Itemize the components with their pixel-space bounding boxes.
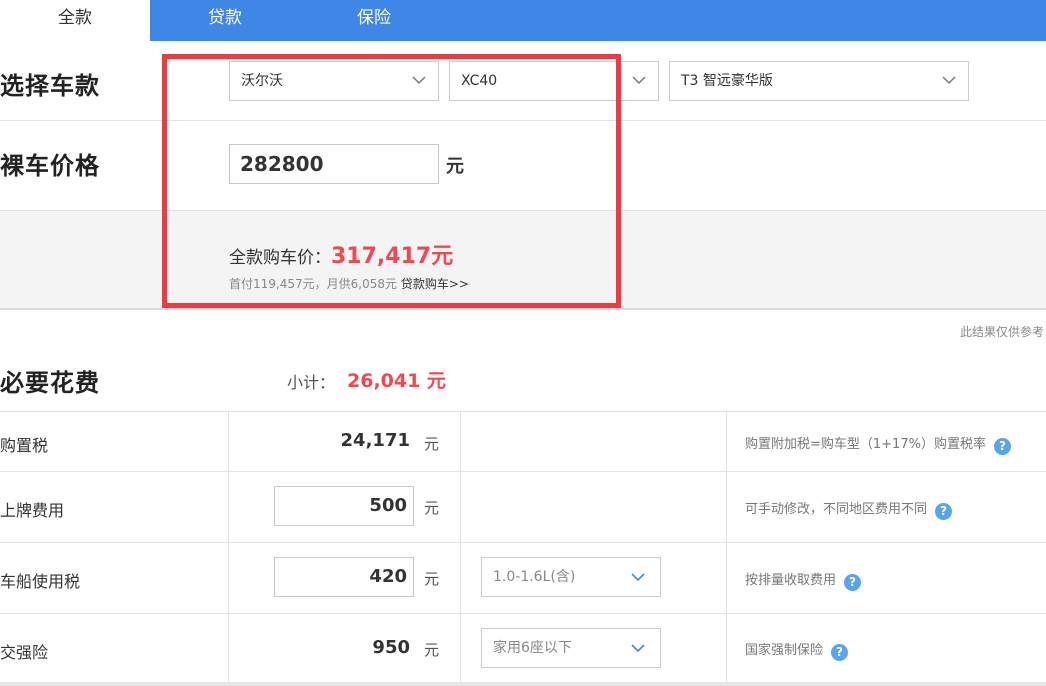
table-bottom-border <box>0 682 1046 686</box>
question-circle-icon[interactable]: ? <box>993 438 1011 455</box>
displacement-select[interactable]: 1.0-1.6L(含) <box>481 557 661 597</box>
question-circle-icon[interactable]: ? <box>844 574 862 591</box>
fee-unit: 元 <box>424 570 440 588</box>
table-row-divider <box>0 471 1046 472</box>
fee-note-purchase-tax: 购置附加税=购车型（1+17%）购置税率? <box>745 433 1011 455</box>
question-circle-icon[interactable]: ? <box>831 644 849 661</box>
required-fees-title: 必要花费 <box>0 369 100 397</box>
subtotal-label: 小计： <box>287 373 336 392</box>
column-divider <box>228 411 229 686</box>
fee-note-text: 国家强制保险 <box>745 643 824 658</box>
disclaimer: 此结果仅供参考 <box>959 325 1044 339</box>
fee-note-registration: 可手动修改，不同地区费用不同? <box>745 498 953 520</box>
fee-unit: 元 <box>424 641 440 659</box>
registration-fee-input[interactable]: 500 <box>274 486 414 526</box>
seat-type-select-value: 家用6座以下 <box>493 640 572 656</box>
fee-note-text: 可手动修改，不同地区费用不同 <box>745 502 928 517</box>
vehicle-tax-input[interactable]: 420 <box>274 557 414 597</box>
table-row-divider <box>0 542 1046 543</box>
tab-loan[interactable]: 贷款 <box>150 0 300 41</box>
highlight-box <box>162 54 621 308</box>
column-divider <box>726 411 727 686</box>
chevron-down-icon <box>942 76 956 85</box>
tab-insurance[interactable]: 保险 <box>300 0 448 41</box>
fee-note-vehicle-tax: 按排量收取费用? <box>745 569 862 591</box>
select-model-title: 选择车款 <box>0 72 100 100</box>
table-top-border <box>0 411 1046 412</box>
question-circle-icon[interactable]: ? <box>935 503 953 520</box>
fee-value-purchase-tax: 24,171 <box>340 430 410 451</box>
fee-unit: 元 <box>424 435 440 453</box>
seat-type-select[interactable]: 家用6座以下 <box>481 628 661 668</box>
table-row-divider <box>0 613 1046 614</box>
fee-label-registration: 上牌费用 <box>0 501 65 520</box>
bare-price-title: 裸车价格 <box>0 152 100 180</box>
tab-full-payment[interactable]: 全款 <box>0 0 150 41</box>
fee-label-compulsory-insurance: 交强险 <box>0 643 49 662</box>
trim-select-value: T3 智远豪华版 <box>681 73 773 89</box>
chevron-down-icon <box>631 573 645 582</box>
chevron-down-icon <box>632 76 646 85</box>
column-divider <box>460 411 461 686</box>
fee-note-compulsory-insurance: 国家强制保险? <box>745 639 849 661</box>
fee-unit: 元 <box>424 499 440 517</box>
fee-note-text: 按排量收取费用 <box>745 573 837 588</box>
fee-note-text: 购置附加税=购车型（1+17%）购置税率 <box>745 437 986 452</box>
trim-select[interactable]: T3 智远豪华版 <box>669 61 969 101</box>
fee-label-vehicle-tax: 车船使用税 <box>0 572 81 591</box>
displacement-select-value: 1.0-1.6L(含) <box>493 569 576 585</box>
tab-bar: 全款 贷款 保险 <box>0 0 1046 41</box>
fee-value-compulsory-insurance: 950 <box>372 637 410 658</box>
fee-label-purchase-tax: 购置税 <box>0 436 49 455</box>
chevron-down-icon <box>631 644 645 653</box>
subtotal-value: 26,041 元 <box>347 370 446 392</box>
